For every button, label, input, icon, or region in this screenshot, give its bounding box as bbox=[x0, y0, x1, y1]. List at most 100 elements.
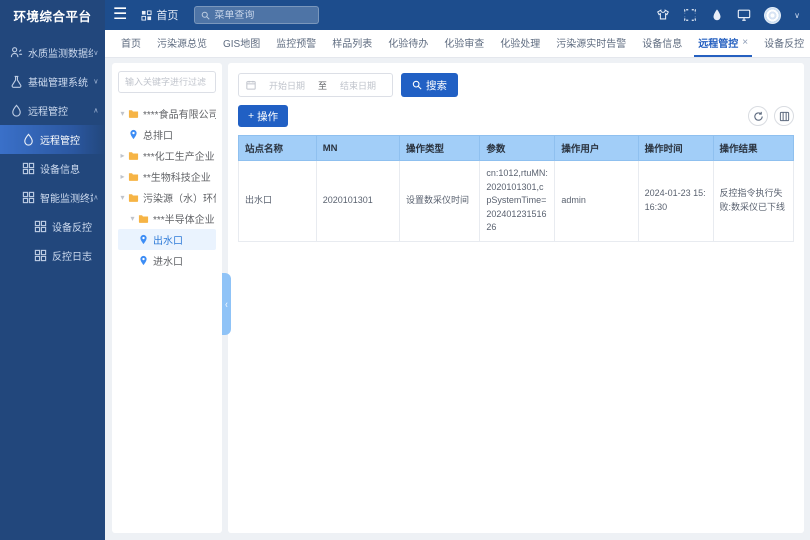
folder-icon bbox=[138, 213, 149, 224]
map-pin-icon bbox=[138, 255, 149, 266]
date-range-picker[interactable]: 开始日期 至 结束日期 bbox=[238, 73, 393, 97]
home-label: 首页 bbox=[156, 7, 178, 23]
tab-lab-process[interactable]: 化验处理 bbox=[496, 30, 544, 57]
tree-node-company-food[interactable]: ▾ ****食品有限公司 bbox=[118, 103, 216, 124]
start-date-placeholder[interactable]: 开始日期 bbox=[260, 79, 314, 92]
grid-icon bbox=[34, 220, 47, 233]
user-avatar[interactable] bbox=[764, 7, 781, 24]
grid-icon bbox=[34, 249, 47, 262]
map-pin-icon bbox=[128, 129, 139, 140]
tree-node-site-outlet[interactable]: 出水口 bbox=[118, 229, 216, 250]
end-date-placeholder[interactable]: 结束日期 bbox=[331, 79, 385, 92]
app-title: 环境综合平台 bbox=[0, 0, 105, 30]
search-button[interactable]: 搜索 bbox=[401, 73, 458, 97]
droplet-icon bbox=[22, 133, 35, 146]
tab-remote-control[interactable]: 远程管控 × bbox=[694, 30, 752, 57]
sidebar-item-device-reverse-control[interactable]: 设备反控 bbox=[0, 212, 105, 241]
sidebar-item-water-analysis[interactable]: 水质监测数据综合分析 ∨ bbox=[0, 38, 105, 67]
tree-node-label: 污染源（水）环保局 bbox=[143, 190, 216, 205]
tab-label: GIS地图 bbox=[223, 35, 260, 50]
caret-right-icon[interactable]: ▸ bbox=[118, 151, 127, 160]
column-settings-button[interactable] bbox=[774, 106, 794, 126]
home-button[interactable]: 首页 bbox=[141, 7, 178, 23]
table-row[interactable]: 出水口 2020101301 设置数采仪时间 cn:1012,rtuMN:202… bbox=[239, 161, 794, 242]
chevron-down-icon: ∨ bbox=[93, 48, 98, 56]
sidebar-item-label: 水质监测数据综合分析 bbox=[28, 45, 93, 60]
tab-bar: 首页 污染源总览 GIS地图 监控预警 样品列表 化验待办 化验审查 化验处理 … bbox=[105, 30, 810, 58]
tab-gis-map[interactable]: GIS地图 bbox=[219, 30, 264, 57]
tab-lab-review[interactable]: 化验审查 bbox=[440, 30, 488, 57]
sidebar-item-base-system[interactable]: 基础管理系统 ∨ bbox=[0, 67, 105, 96]
cell-operation-result: 反控指令执行失败:数采仪已下线 bbox=[713, 161, 794, 242]
sidebar-item-device-info[interactable]: 设备信息 bbox=[0, 154, 105, 183]
home-icon bbox=[141, 10, 152, 21]
tab-home[interactable]: 首页 bbox=[117, 30, 145, 57]
sidebar-item-reverse-control-log[interactable]: 反控日志 bbox=[0, 241, 105, 270]
tab-sample-list[interactable]: 样品列表 bbox=[328, 30, 376, 57]
tab-pollution-overview[interactable]: 污染源总览 bbox=[153, 30, 211, 57]
map-pin-icon bbox=[138, 234, 149, 245]
sidebar: 环境综合平台 水质监测数据综合分析 ∨ 基础管理系统 ∨ 远 bbox=[0, 0, 105, 540]
menu-search-input[interactable] bbox=[214, 10, 312, 21]
operation-log-table: 站点名称 MN 操作类型 参数 操作用户 操作时间 操作结果 出水口 20201 bbox=[238, 135, 794, 242]
caret-down-icon[interactable]: ▾ bbox=[118, 193, 127, 202]
date-range-separator: 至 bbox=[318, 79, 327, 92]
tab-realtime-alarm[interactable]: 污染源实时告警 bbox=[552, 30, 630, 57]
tab-device-info[interactable]: 设备信息 bbox=[638, 30, 686, 57]
col-header-operation-result: 操作结果 bbox=[713, 136, 794, 161]
cell-params: cn:1012,rtuMN:2020101301,cpSystemTime=20… bbox=[480, 161, 555, 242]
tab-lab-todo[interactable]: 化验待办 bbox=[384, 30, 432, 57]
col-header-mn: MN bbox=[316, 136, 399, 161]
sidebar-item-label: 远程管控 bbox=[40, 132, 99, 147]
col-header-site-name: 站点名称 bbox=[239, 136, 317, 161]
operate-label: 操作 bbox=[257, 109, 278, 124]
tree-node-bureau-water[interactable]: ▾ 污染源（水）环保局 bbox=[118, 187, 216, 208]
tree-node-site-main-outlet[interactable]: 总排口 bbox=[118, 124, 216, 145]
hamburger-menu-icon[interactable]: ☰ bbox=[113, 7, 127, 23]
tab-label: 设备信息 bbox=[642, 35, 682, 50]
tab-label: 污染源实时告警 bbox=[556, 35, 626, 50]
tree-node-site-inlet[interactable]: 进水口 bbox=[118, 250, 216, 271]
operate-button[interactable]: + 操作 bbox=[238, 105, 288, 127]
sidebar-item-smart-terminal[interactable]: 智能监测终端 ∧ bbox=[0, 183, 105, 212]
tree-node-label: 总排口 bbox=[143, 127, 173, 142]
tab-label: 化验审查 bbox=[444, 35, 484, 50]
sidebar-item-label: 反控日志 bbox=[52, 248, 99, 263]
col-header-operation-time: 操作时间 bbox=[638, 136, 713, 161]
content-area: ▾ ****食品有限公司 总排口 ▸ bbox=[105, 58, 810, 540]
tree-node-label: **生物科技企业 bbox=[143, 169, 211, 184]
flame-icon[interactable] bbox=[710, 8, 724, 22]
close-icon[interactable]: × bbox=[742, 37, 748, 48]
menu-search-box bbox=[194, 6, 319, 24]
chevron-up-icon: ∧ bbox=[93, 106, 98, 114]
caret-down-icon[interactable]: ▾ bbox=[118, 109, 127, 118]
folder-icon bbox=[128, 171, 139, 182]
top-header: ☰ 首页 ∨ bbox=[105, 0, 810, 30]
tree-node-company-semiconductor[interactable]: ▾ ***半导体企业 bbox=[118, 208, 216, 229]
sidebar-item-label: 设备信息 bbox=[40, 161, 99, 176]
cell-site-name: 出水口 bbox=[239, 161, 317, 242]
analysis-icon bbox=[10, 46, 23, 59]
user-menu-chevron-icon[interactable]: ∨ bbox=[794, 11, 800, 20]
theme-icon[interactable] bbox=[656, 8, 670, 22]
tree-collapse-handle[interactable]: ‹ bbox=[222, 273, 231, 335]
grid-icon bbox=[22, 191, 35, 204]
site-tree: ▾ ****食品有限公司 总排口 ▸ bbox=[118, 103, 216, 271]
tree-node-label: 进水口 bbox=[153, 253, 183, 268]
tab-label: 化验处理 bbox=[500, 35, 540, 50]
caret-down-icon[interactable]: ▾ bbox=[128, 214, 137, 223]
sidebar-item-remote-control-group[interactable]: 远程管控 ∧ bbox=[0, 96, 105, 125]
sidebar-item-remote-control[interactable]: 远程管控 bbox=[0, 125, 105, 154]
tree-node-label: ****食品有限公司 bbox=[143, 106, 216, 121]
refresh-button[interactable] bbox=[748, 106, 768, 126]
tree-node-company-biotech[interactable]: ▸ **生物科技企业 bbox=[118, 166, 216, 187]
main-column: ☰ 首页 ∨ 首页 污染源总览 bbox=[105, 0, 810, 540]
caret-right-icon[interactable]: ▸ bbox=[118, 172, 127, 181]
tree-node-company-chemical[interactable]: ▸ ***化工生产企业 bbox=[118, 145, 216, 166]
tab-monitor-alarm[interactable]: 监控预警 bbox=[272, 30, 320, 57]
tab-device-reverse-control[interactable]: 设备反控 bbox=[760, 30, 808, 57]
tab-label: 远程管控 bbox=[698, 35, 738, 50]
monitor-icon[interactable] bbox=[737, 8, 751, 22]
tree-filter-input[interactable] bbox=[118, 71, 216, 93]
fullscreen-icon[interactable] bbox=[683, 8, 697, 22]
